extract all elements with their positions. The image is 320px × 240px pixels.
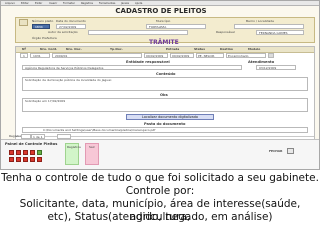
- label-orgao: Órgão Prefeitura: [32, 36, 57, 40]
- data-documento-field[interactable]: 27/02/2009: [56, 24, 86, 29]
- content-label: Conteúdo: [156, 72, 176, 76]
- menu-item-exibir[interactable]: Exibir: [35, 2, 42, 5]
- row-dropdown[interactable]: [268, 53, 274, 58]
- locate-document-button[interactable]: Localizar documento digitalizado: [126, 114, 214, 120]
- autor-field[interactable]: [88, 30, 188, 35]
- reports-label: Registros: [67, 145, 81, 149]
- row-cont-value: 1931: [33, 53, 41, 58]
- nav-button-8[interactable]: [23, 157, 28, 162]
- entity-label: Entidade responsável: [126, 60, 170, 64]
- form-title: CADASTRO DE PLEITOS: [115, 7, 207, 15]
- row-date2-field[interactable]: 09/02/2009: [170, 53, 194, 58]
- row-doc-value: 2009/01: [55, 53, 68, 58]
- row-obs-field[interactable]: PE. NELCIR: [196, 53, 224, 58]
- control-panel: Painel de Controle Pleitos Registros Sai…: [1, 139, 319, 169]
- col-nro-doc: Nro. Doc.: [66, 47, 82, 51]
- row-cont-field[interactable]: 1931: [30, 53, 50, 58]
- label-responsavel: Responsável: [216, 30, 235, 34]
- application-screenshot: Arquivo Editar Exibir Inserir Formatar R…: [0, 0, 320, 170]
- logo-icon: [19, 19, 28, 26]
- nav-button-6[interactable]: [9, 157, 14, 162]
- label-numero-pleito: Número pleito: [32, 19, 54, 23]
- row-num-value: 1: [23, 53, 25, 58]
- exit-label: Sair: [89, 145, 95, 149]
- nav-button-2[interactable]: [16, 150, 21, 155]
- col-status: Status: [194, 47, 205, 51]
- form-title-bar: CADASTRO DE PLEITOS: [101, 7, 221, 16]
- nav-button-4[interactable]: [30, 150, 35, 155]
- col-nro-cont: Nro. Cont.: [40, 47, 58, 51]
- row-num-field[interactable]: 1: [20, 53, 28, 58]
- menu-item-registros[interactable]: Registros: [81, 2, 93, 5]
- atendimento-value: 03/12/2009: [259, 65, 277, 70]
- col-entrada: Entrada: [166, 47, 180, 51]
- menu-item-inserir[interactable]: Inserir: [49, 2, 57, 5]
- path-label: Pasta do documento: [144, 122, 186, 126]
- content-textarea[interactable]: Solicitação de iluminação pública da loc…: [22, 77, 308, 91]
- close-icon[interactable]: [287, 148, 294, 154]
- atendimento-label: Atendimento: [248, 60, 275, 64]
- row-obs-value: PE. NELCIR: [198, 53, 215, 58]
- row-dest-field[interactable]: Encaminhado: [226, 53, 266, 58]
- nav-button-9[interactable]: [30, 157, 35, 162]
- close-label: FECHAR: [269, 149, 283, 153]
- responsavel-field[interactable]: FERNANDA GOMES: [256, 30, 304, 35]
- path-field[interactable]: C:\Documents and Settings\user\Meus docu…: [22, 127, 308, 133]
- row-doc-field[interactable]: 2009/01: [52, 53, 142, 58]
- row-date1-value: 09/02/2009: [146, 53, 164, 58]
- caption-line-2: Controle por:: [125, 185, 195, 197]
- numero-pleito-field[interactable]: 1834: [32, 24, 50, 29]
- menu-item-janela[interactable]: Janela: [121, 2, 129, 5]
- row-dest-value: Encaminhado: [228, 53, 249, 58]
- label-data-documento: Data do documento: [56, 19, 86, 23]
- col-tp-doc: Tp.Doc.: [110, 47, 123, 51]
- menu-item-editar[interactable]: Editar: [21, 2, 29, 5]
- row-date1-field[interactable]: 09/02/2009: [144, 53, 168, 58]
- tramite-row[interactable]: 1 1931 2009/01 09/02/2009 09/02/2009 PE.…: [18, 53, 312, 59]
- numero-pleito-value: 1834: [35, 24, 43, 29]
- atendimento-field[interactable]: 03/12/2009: [256, 65, 296, 70]
- content-value: Solicitação de iluminação pública da loc…: [25, 78, 112, 82]
- label-autor: Autor da solicitação: [48, 30, 78, 34]
- entity-field[interactable]: Agência Reguladora de Serviços Públicos …: [22, 65, 242, 70]
- path-value: C:\Documents and Settings\user\Meus docu…: [43, 128, 156, 132]
- menu-item-ajuda[interactable]: Ajuda: [135, 2, 142, 5]
- caption-line-1: Tenha o controle de tudo o que foi solic…: [1, 172, 319, 184]
- nav-button-3[interactable]: [23, 150, 28, 155]
- entity-value: Agência Reguladora de Serviços Públicos …: [25, 65, 104, 70]
- obs-label: Obs: [160, 93, 168, 97]
- caption-line-4: etc), Status(atendido, negado, em anális…: [47, 211, 273, 223]
- exit-button[interactable]: Sair: [85, 143, 99, 165]
- menu-item-formatar[interactable]: Formatar: [63, 2, 75, 5]
- menu-item-arquivo[interactable]: Arquivo: [5, 2, 15, 5]
- nav-button-10[interactable]: [37, 157, 42, 162]
- obs-value: Solicitação em 17/02/2009: [25, 99, 66, 103]
- municipio-field[interactable]: FORTALEZA: [146, 24, 206, 29]
- label-bairro: Bairro / Localidade: [246, 19, 274, 23]
- data-documento-value: 27/02/2009: [59, 24, 77, 29]
- responsavel-value: FERNANDA GOMES: [259, 30, 288, 35]
- nav-button-7[interactable]: [16, 157, 21, 162]
- nav-button-1[interactable]: [9, 150, 14, 155]
- menu-bar: Arquivo Editar Exibir Inserir Formatar R…: [1, 1, 319, 6]
- row-date2-value: 09/02/2009: [172, 53, 190, 58]
- col-destino: Destino: [220, 47, 233, 51]
- label-municipio: Município: [156, 19, 171, 23]
- municipio-value: FORTALEZA: [149, 24, 167, 29]
- nav-button-5[interactable]: [37, 150, 42, 155]
- menu-item-ferramentas[interactable]: Ferramentas: [99, 2, 115, 5]
- col-modelo: Modelo: [248, 47, 261, 51]
- bairro-field[interactable]: [234, 24, 304, 29]
- reports-button[interactable]: Registros: [65, 143, 81, 165]
- obs-textarea[interactable]: Solicitação em 17/02/2009: [22, 98, 308, 112]
- col-num: Nº: [22, 47, 27, 51]
- panel-label: Painel de Controle Pleitos: [5, 142, 58, 146]
